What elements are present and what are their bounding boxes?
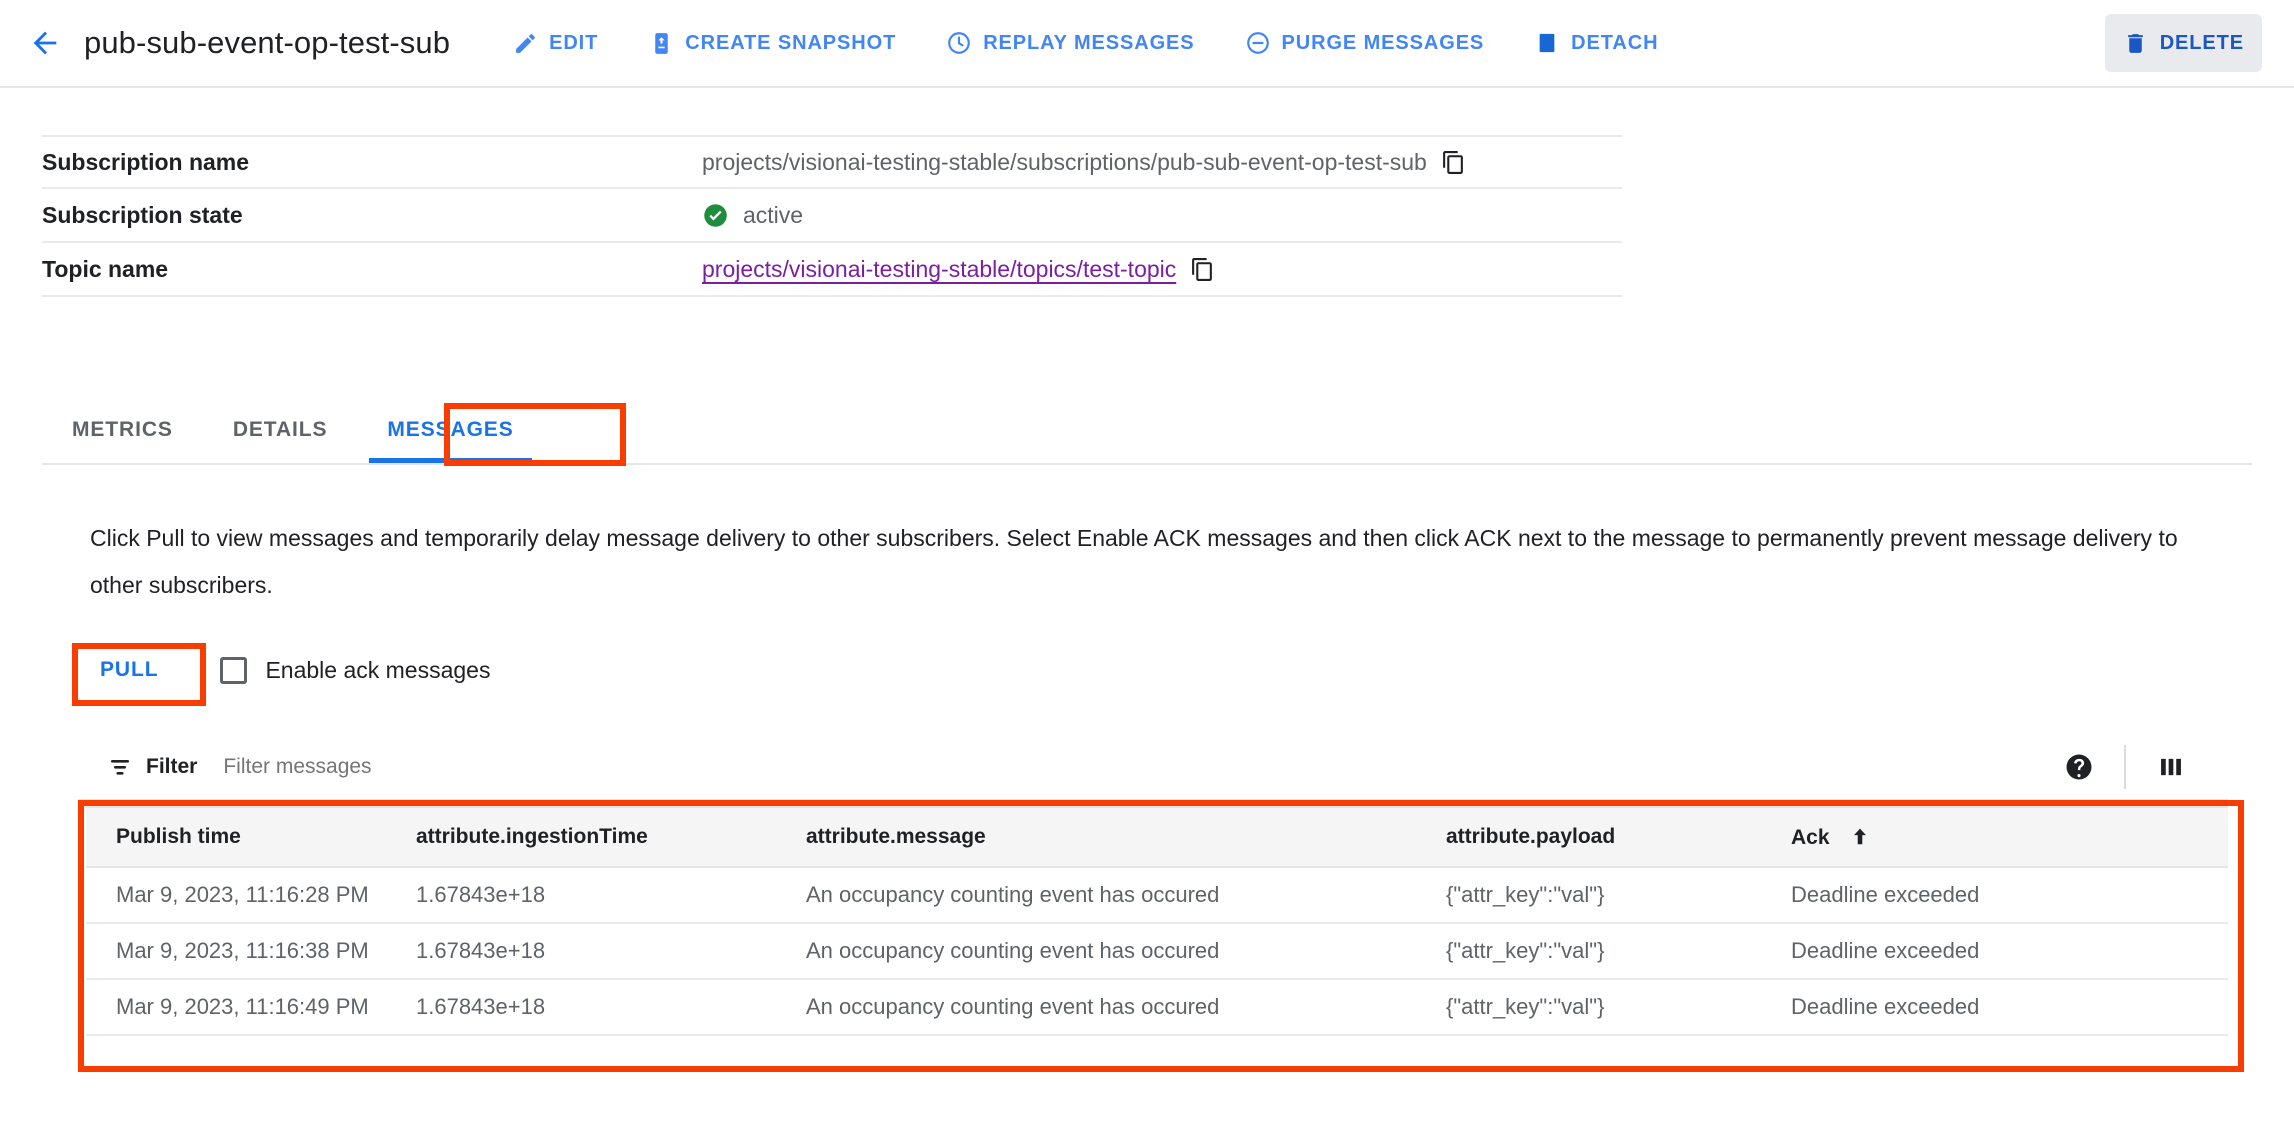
pull-button-label: PULL xyxy=(100,658,159,681)
cell-message: An occupancy counting event has occured xyxy=(806,882,1220,907)
subscription-state-label: Subscription state xyxy=(42,201,243,228)
pencil-icon xyxy=(512,30,538,56)
edit-button-label: EDIT xyxy=(549,31,599,54)
trash-icon xyxy=(2123,30,2149,56)
pull-button[interactable]: PULL xyxy=(78,645,181,695)
subscription-name-label: Subscription name xyxy=(42,148,250,175)
purge-messages-button[interactable]: PURGE MESSAGES xyxy=(1227,14,1503,72)
columns-icon xyxy=(2157,753,2185,781)
replay-messages-button[interactable]: REPLAY MESSAGES xyxy=(928,14,1212,72)
table-row[interactable]: Mar 9, 2023, 11:16:38 PM 1.67843e+18 An … xyxy=(86,924,2228,980)
column-header-ack[interactable]: Ack xyxy=(1791,825,2121,850)
page-toolbar: pub-sub-event-op-test-sub EDIT CREATE SN… xyxy=(0,0,2294,88)
toolbar-divider xyxy=(2124,745,2126,789)
table-row[interactable]: Mar 9, 2023, 11:16:28 PM 1.67843e+18 An … xyxy=(86,868,2228,924)
filter-bar-actions xyxy=(2048,736,2228,798)
create-snapshot-button-label: CREATE SNAPSHOT xyxy=(685,31,897,54)
column-header-ack-label: Ack xyxy=(1791,825,1830,849)
purge-messages-button-label: PURGE MESSAGES xyxy=(1281,31,1485,54)
page-title: pub-sub-event-op-test-sub xyxy=(84,25,451,60)
status-badge: active xyxy=(743,201,804,228)
minus-circle-icon xyxy=(1245,30,1271,56)
subscription-name-value-group: projects/visionai-testing-stable/subscri… xyxy=(702,149,1466,176)
filter-icon xyxy=(108,755,132,779)
cell-ingestion-time: 1.67843e+18 xyxy=(416,882,546,907)
help-circle-icon xyxy=(2064,752,2094,782)
clock-icon xyxy=(946,30,972,56)
copy-icon[interactable] xyxy=(1190,257,1215,282)
topic-name-link[interactable]: projects/visionai-testing-stable/topics/… xyxy=(702,256,1176,283)
column-display-options-button[interactable] xyxy=(2140,736,2202,798)
subscription-details-page: pub-sub-event-op-test-sub EDIT CREATE SN… xyxy=(0,0,2294,1130)
table-row[interactable]: Mar 9, 2023, 11:16:49 PM 1.67843e+18 An … xyxy=(86,980,2228,1036)
cell-ack: Deadline exceeded xyxy=(1791,882,1980,907)
column-header-ingestion-time[interactable]: attribute.ingestionTime xyxy=(416,825,806,849)
cell-payload: {"attr_key":"val"} xyxy=(1446,938,1605,963)
messages-table: Publish time attribute.ingestionTime att… xyxy=(86,806,2228,1088)
cell-message: An occupancy counting event has occured xyxy=(806,938,1220,963)
filter-input[interactable] xyxy=(221,754,822,780)
tab-details-label: DETAILS xyxy=(232,418,328,441)
tab-messages-label: MESSAGES xyxy=(387,418,514,441)
table-footer-spacer xyxy=(86,1036,2228,1088)
tab-metrics-label: METRICS xyxy=(72,418,173,441)
property-row-subscription-name: Subscription name projects/visionai-test… xyxy=(42,135,1622,189)
tab-metrics[interactable]: METRICS xyxy=(42,397,203,463)
subscription-state-value-group: active xyxy=(702,202,803,229)
subscription-name-value: projects/visionai-testing-stable/subscri… xyxy=(702,148,1427,175)
tab-messages[interactable]: MESSAGES xyxy=(357,397,543,463)
filter-label: Filter xyxy=(146,755,198,778)
cell-ack: Deadline exceeded xyxy=(1791,938,1980,963)
tab-details[interactable]: DETAILS xyxy=(203,397,358,463)
snapshot-icon xyxy=(648,30,674,56)
cell-message: An occupancy counting event has occured xyxy=(806,994,1220,1019)
column-header-publish-time[interactable]: Publish time xyxy=(86,825,416,849)
cell-publish-time: Mar 9, 2023, 11:16:38 PM xyxy=(116,938,369,963)
detach-button-label: DETACH xyxy=(1571,31,1659,54)
arrow-up-icon xyxy=(1849,825,1871,847)
delete-button-label: DELETE xyxy=(2159,31,2244,54)
create-snapshot-button[interactable]: CREATE SNAPSHOT xyxy=(630,14,914,72)
enable-ack-messages-label: Enable ack messages xyxy=(265,656,491,683)
arrow-left-icon xyxy=(28,26,62,60)
toolbar-actions: EDIT CREATE SNAPSHOT REPLAY MESSAGES PUR… xyxy=(494,14,2294,72)
cell-publish-time: Mar 9, 2023, 11:16:28 PM xyxy=(116,882,369,907)
square-icon xyxy=(1534,30,1560,56)
detail-tabs: METRICS DETAILS MESSAGES xyxy=(42,395,2252,465)
cell-ack: Deadline exceeded xyxy=(1791,994,1980,1019)
detach-button[interactable]: DETACH xyxy=(1516,14,1676,72)
column-header-payload[interactable]: attribute.payload xyxy=(1446,825,1791,849)
cell-payload: {"attr_key":"val"} xyxy=(1446,882,1605,907)
help-button[interactable] xyxy=(2048,736,2110,798)
property-row-topic-name: Topic name projects/visionai-testing-sta… xyxy=(42,243,1622,297)
check-circle-icon xyxy=(702,202,729,229)
pull-controls: PULL Enable ack messages xyxy=(78,645,490,695)
table-header-row: Publish time attribute.ingestionTime att… xyxy=(86,806,2228,868)
copy-icon[interactable] xyxy=(1441,150,1466,175)
replay-messages-button-label: REPLAY MESSAGES xyxy=(983,31,1195,54)
enable-ack-messages-checkbox-group[interactable]: Enable ack messages xyxy=(220,656,491,684)
property-row-subscription-state: Subscription state active xyxy=(42,189,1622,243)
cell-publish-time: Mar 9, 2023, 11:16:49 PM xyxy=(116,994,369,1019)
cell-ingestion-time: 1.67843e+18 xyxy=(416,994,546,1019)
subscription-properties: Subscription name projects/visionai-test… xyxy=(42,135,1622,297)
back-button[interactable] xyxy=(18,16,72,70)
topic-name-value-group: projects/visionai-testing-stable/topics/… xyxy=(702,256,1215,283)
edit-button[interactable]: EDIT xyxy=(494,14,616,72)
cell-ingestion-time: 1.67843e+18 xyxy=(416,938,546,963)
enable-ack-messages-checkbox[interactable] xyxy=(220,656,248,684)
messages-description: Click Pull to view messages and temporar… xyxy=(90,525,2178,598)
filter-group[interactable]: Filter xyxy=(108,755,197,779)
filter-bar: Filter xyxy=(78,735,2228,801)
delete-button[interactable]: DELETE xyxy=(2104,14,2262,72)
cell-payload: {"attr_key":"val"} xyxy=(1446,994,1605,1019)
column-header-message[interactable]: attribute.message xyxy=(806,825,1446,849)
topic-name-label: Topic name xyxy=(42,255,169,282)
